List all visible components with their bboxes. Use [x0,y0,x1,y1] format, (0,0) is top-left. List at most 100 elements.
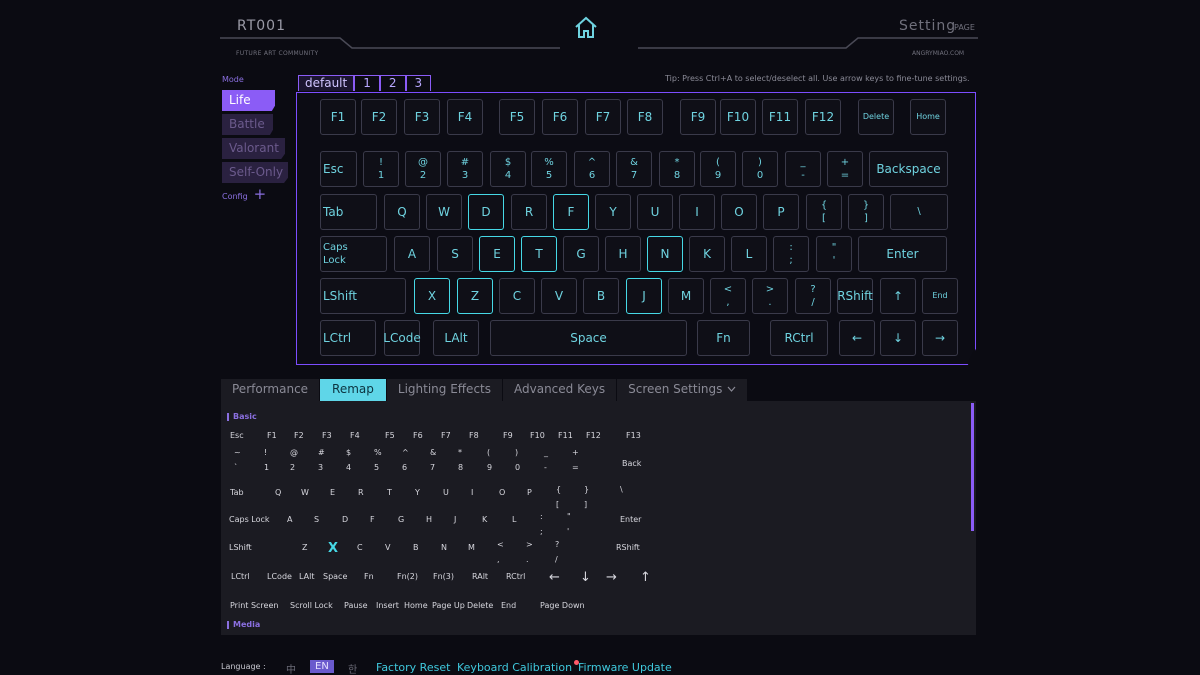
key-sym-5-7[interactable]: ↓ [880,320,916,356]
key-sym-3-11[interactable]: " ' [816,236,852,272]
keyboard-calibration-link[interactable]: Keyboard Calibration [457,661,572,674]
key-2[interactable]: @2 [405,151,441,187]
mode-valorant-button[interactable]: Valorant [222,138,285,159]
mode-self-only-button[interactable]: Self-Only [222,162,288,183]
profile-tab-default[interactable]: default [298,75,355,91]
key-n[interactable]: N [647,236,683,272]
key-sym-5-6[interactable]: ← [839,320,875,356]
remap-key-delete[interactable]: Delete [467,602,493,610]
remap-key-lshift[interactable]: LShift [229,544,252,552]
key-lcode[interactable]: LCode [383,320,421,356]
remap-key-lcode[interactable]: LCode [267,573,292,581]
key-sym-4-8[interactable]: <, [710,278,746,314]
remap-key-f12[interactable]: F12 [586,432,601,440]
remap-key-printscreen[interactable]: Print Screen [230,602,278,610]
remap-key-4[interactable]: 4 [346,464,351,472]
key-b[interactable]: B [583,278,619,314]
remap-key-sym-5-10[interactable]: ↓ [580,571,591,584]
key-1[interactable]: ! 1 [363,151,399,187]
profile-tab-2[interactable]: 2 [379,75,406,91]
remap-key-b[interactable]: B [413,544,419,552]
remap-key-0-shift[interactable]: ) [515,449,518,457]
key-capslock[interactable]: Caps Lock [320,236,387,272]
remap-key-n[interactable]: N [441,544,447,552]
remap-key-sym-1-0[interactable]: ` [234,464,238,472]
lang-zh-option[interactable]: 中 [286,661,296,675]
factory-reset-link[interactable]: Factory Reset [376,661,450,674]
key-e[interactable]: E [479,236,515,272]
tab-screen-settings[interactable]: Screen Settings [617,379,748,401]
key-sym-2-13[interactable]: \ [890,194,948,230]
lang-ko-option[interactable]: 한 [348,661,357,675]
key-f3[interactable]: F3 [404,99,440,135]
home-button[interactable] [572,14,600,42]
remap-key-i[interactable]: I [471,489,473,497]
tab-performance[interactable]: Performance [221,379,320,401]
remap-key-5[interactable]: 5 [374,464,379,472]
remap-key-9[interactable]: 9 [487,464,492,472]
remap-key-5-shift[interactable]: % [374,449,382,457]
remap-key-9-shift[interactable]: ( [487,449,490,457]
key-f4[interactable]: F4 [447,99,483,135]
remap-key-sym-3-11[interactable]: ' [567,528,569,536]
remap-key-0[interactable]: 0 [515,464,520,472]
remap-key-f3[interactable]: F3 [322,432,332,440]
remap-key-t[interactable]: T [387,489,392,497]
key-4[interactable]: $4 [490,151,526,187]
remap-key-sym-3-10[interactable]: ; [540,528,543,536]
remap-key-z[interactable]: Z [302,544,307,552]
key-f8[interactable]: F8 [627,99,663,135]
remap-key-1[interactable]: 1 [264,464,269,472]
key-p[interactable]: P [763,194,799,230]
remap-key-fn[interactable]: Fn [364,573,374,581]
lang-en-option[interactable]: EN [310,660,334,673]
remap-key-f4[interactable]: F4 [350,432,360,440]
key-sym-2-11[interactable]: {[ [806,194,842,230]
remap-key-sym-2-12-shift[interactable]: } [584,486,589,494]
remap-key-u[interactable]: U [443,489,449,497]
remap-key-3-shift[interactable]: # [318,449,325,457]
remap-key-w[interactable]: W [301,489,309,497]
remap-key-f9[interactable]: F9 [503,432,513,440]
remap-key-sym-5-12[interactable]: ↑ [640,571,651,584]
remap-key-sym-2-11[interactable]: [ [556,501,559,509]
key-home[interactable]: Home [910,99,946,135]
remap-key-rshift[interactable]: RShift [616,544,640,552]
key-sym-5-8[interactable]: → [922,320,958,356]
key-f[interactable]: F [553,194,589,230]
tab-lighting-effects[interactable]: Lighting Effects [386,379,502,401]
remap-key-sym-4-9-shift[interactable]: > [526,541,533,549]
remap-key-k[interactable]: K [482,516,487,524]
remap-key-sym-1-0-shift[interactable]: ~ [234,449,241,457]
key-q[interactable]: Q [384,194,420,230]
key-f1[interactable]: F1 [320,99,356,135]
remap-key-4-shift[interactable]: $ [346,449,351,457]
tab-remap[interactable]: Remap [320,379,386,401]
remap-key-sym-5-9[interactable]: ← [549,571,560,584]
remap-key-s[interactable]: S [314,516,319,524]
remap-key-8[interactable]: 8 [458,464,463,472]
key-o[interactable]: O [721,194,757,230]
key-8[interactable]: * 8 [659,151,695,187]
key-s[interactable]: S [437,236,473,272]
remap-key-f11[interactable]: F11 [558,432,573,440]
key-0[interactable]: ) 0 [742,151,778,187]
key-7[interactable]: & 7 [616,151,652,187]
key-v[interactable]: V [541,278,577,314]
remap-key-f8[interactable]: F8 [469,432,479,440]
remap-key-sym-1-12-shift[interactable]: + [572,449,579,457]
key-f12[interactable]: F12 [805,99,841,135]
remap-key-sym-1-11[interactable]: - [544,464,547,472]
key-x[interactable]: X [414,278,450,314]
remap-scrollbar[interactable] [971,403,974,531]
remap-key-sym-2-12[interactable]: ] [584,501,587,509]
remap-key-scrolllock[interactable]: Scroll Lock [290,602,333,610]
key-fn[interactable]: Fn [697,320,750,356]
key-k[interactable]: K [689,236,725,272]
remap-key-sym-3-10-shift[interactable]: : [540,513,543,521]
key-f2[interactable]: F2 [361,99,397,135]
remap-key-x[interactable]: X [328,542,338,555]
key-delete[interactable]: Delete [858,99,894,135]
remap-key-h[interactable]: H [426,516,432,524]
remap-key-sym-4-9[interactable]: . [526,556,529,564]
